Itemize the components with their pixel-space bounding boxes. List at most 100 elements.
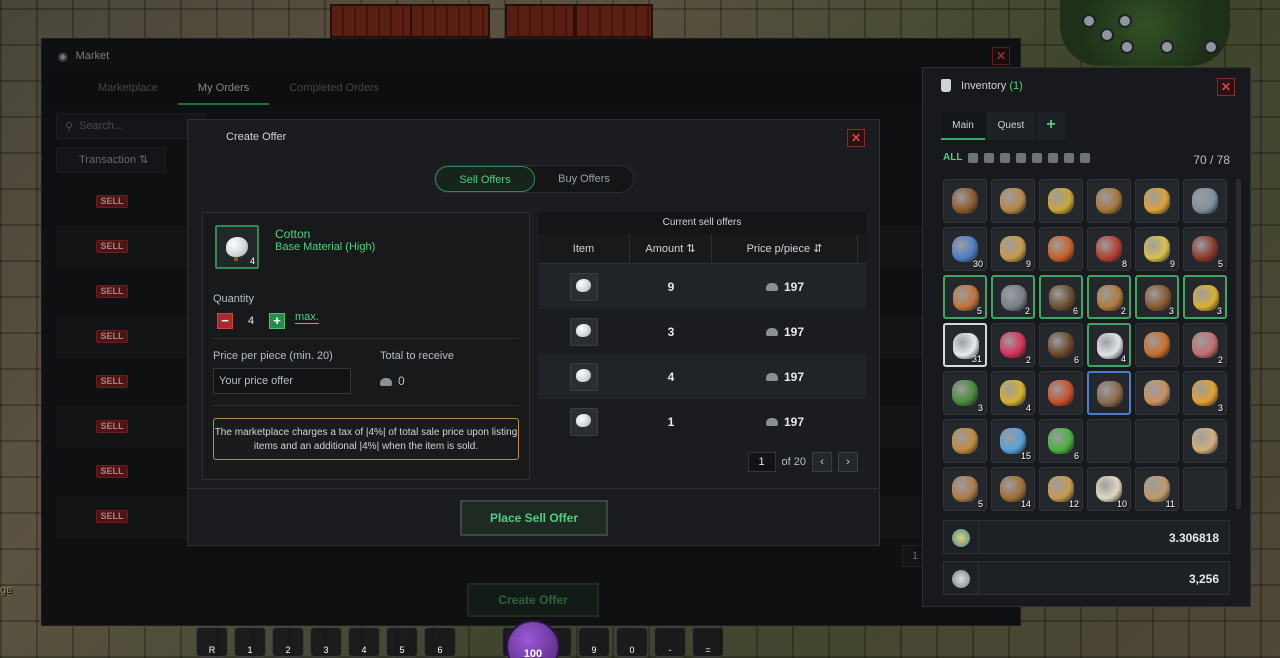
- hotbar-slot[interactable]: 5: [386, 627, 418, 657]
- inventory-close-button[interactable]: ✕: [1217, 78, 1235, 96]
- inventory-slot[interactable]: 3: [1135, 275, 1179, 319]
- dialog-close-button[interactable]: ✕: [847, 129, 865, 147]
- minimap-button[interactable]: [1120, 40, 1134, 54]
- offer-row[interactable]: 3 197: [538, 309, 866, 354]
- inventory-slot[interactable]: [943, 179, 987, 223]
- inventory-slot[interactable]: [943, 419, 987, 463]
- inventory-slot[interactable]: 9: [1135, 227, 1179, 271]
- inventory-slot[interactable]: 11: [1135, 467, 1179, 511]
- inventory-slot[interactable]: [1135, 179, 1179, 223]
- quantity-decrease-button[interactable]: −: [217, 313, 233, 329]
- create-offer-button[interactable]: Create Offer: [467, 583, 599, 617]
- transaction-column-header[interactable]: Transaction ⇅: [56, 147, 166, 173]
- filter-tools-icon[interactable]: [1064, 152, 1075, 163]
- filter-all[interactable]: ALL: [943, 152, 962, 163]
- quantity-input[interactable]: 4: [237, 312, 265, 330]
- filter-armor-icon[interactable]: [984, 152, 995, 163]
- hotbar-slot[interactable]: 2: [272, 627, 304, 657]
- inventory-slot[interactable]: 4: [991, 371, 1035, 415]
- inventory-slot[interactable]: 2: [991, 323, 1035, 367]
- minimap-button[interactable]: [1082, 14, 1096, 28]
- offer-row[interactable]: 1 197: [538, 399, 866, 444]
- column-amount[interactable]: Amount ⇅: [630, 234, 712, 263]
- hotbar-slot[interactable]: 4: [348, 627, 380, 657]
- inventory-slot[interactable]: 31: [943, 323, 987, 367]
- inventory-slot[interactable]: 6: [1039, 419, 1083, 463]
- inventory-slot[interactable]: 14: [991, 467, 1035, 511]
- offer-row[interactable]: 4 197: [538, 354, 866, 399]
- filter-food-icon[interactable]: [1032, 152, 1043, 163]
- prev-page-button[interactable]: ‹: [812, 452, 832, 472]
- tab-sell-offers[interactable]: Sell Offers: [435, 166, 535, 192]
- inventory-slot-empty[interactable]: [1087, 419, 1131, 463]
- inventory-slot[interactable]: 3: [943, 371, 987, 415]
- page-input[interactable]: 1: [747, 452, 776, 472]
- inventory-slot[interactable]: [1039, 179, 1083, 223]
- tab-my-orders[interactable]: My Orders: [177, 73, 270, 105]
- market-close-button[interactable]: ✕: [992, 47, 1010, 65]
- hotbar-slot[interactable]: 3: [310, 627, 342, 657]
- filter-potions-icon[interactable]: [1000, 152, 1011, 163]
- inventory-slot[interactable]: 30: [943, 227, 987, 271]
- inventory-slot[interactable]: 5: [943, 467, 987, 511]
- inventory-slot[interactable]: [1183, 419, 1227, 463]
- hotbar-slot[interactable]: 6: [424, 627, 456, 657]
- inventory-slot[interactable]: 9: [991, 227, 1035, 271]
- inventory-slot[interactable]: [1087, 371, 1131, 415]
- tab-buy-offers[interactable]: Buy Offers: [535, 166, 633, 192]
- inventory-slot[interactable]: 12: [1039, 467, 1083, 511]
- search-input[interactable]: ⚲ Search...: [56, 113, 206, 139]
- minimap-button[interactable]: [1204, 40, 1218, 54]
- max-quantity-link[interactable]: max.: [295, 311, 319, 324]
- inventory-slot-empty[interactable]: [1135, 419, 1179, 463]
- price-input[interactable]: Your price offer: [213, 368, 351, 394]
- filter-materials-icon[interactable]: [1016, 152, 1027, 163]
- filter-quest-icon[interactable]: [1080, 152, 1091, 163]
- inventory-slot-empty[interactable]: [1183, 467, 1227, 511]
- inventory-slot[interactable]: 2: [991, 275, 1035, 319]
- add-tab-button[interactable]: +: [1037, 112, 1065, 140]
- hotbar-slot[interactable]: 0: [616, 627, 648, 657]
- inventory-slot[interactable]: 3: [1183, 275, 1227, 319]
- inventory-slot[interactable]: [1135, 323, 1179, 367]
- inventory-slot[interactable]: 5: [943, 275, 987, 319]
- hotbar-slot[interactable]: 9: [578, 627, 610, 657]
- hotbar-slot[interactable]: R: [196, 627, 228, 657]
- filter-misc-icon[interactable]: [1048, 152, 1059, 163]
- quantity-increase-button[interactable]: +: [269, 313, 285, 329]
- offer-row[interactable]: 9 197: [538, 264, 866, 309]
- inventory-slot[interactable]: 15: [991, 419, 1035, 463]
- tab-completed-orders[interactable]: Completed Orders: [269, 73, 399, 105]
- filter-weapons-icon[interactable]: [968, 152, 979, 163]
- hotbar-slot[interactable]: 1: [234, 627, 266, 657]
- inventory-slot[interactable]: 5: [1183, 227, 1227, 271]
- inventory-slot[interactable]: [1135, 371, 1179, 415]
- inventory-slot[interactable]: 6: [1039, 323, 1083, 367]
- place-sell-offer-button[interactable]: Place Sell Offer: [460, 500, 608, 536]
- inventory-slot[interactable]: 2: [1087, 275, 1131, 319]
- inventory-slot[interactable]: 10: [1087, 467, 1131, 511]
- inventory-slot[interactable]: 4: [1087, 323, 1131, 367]
- minimap-button[interactable]: [1118, 14, 1132, 28]
- hotbar-slot[interactable]: =: [692, 627, 724, 657]
- tab-marketplace[interactable]: Marketplace: [78, 73, 178, 105]
- minimap-button[interactable]: [1160, 40, 1174, 54]
- next-page-button[interactable]: ›: [838, 452, 858, 472]
- inventory-slot[interactable]: [1087, 179, 1131, 223]
- inventory-slot[interactable]: [1183, 179, 1227, 223]
- inventory-slot[interactable]: 2: [1183, 323, 1227, 367]
- offer-price: 197: [712, 370, 858, 384]
- inventory-scrollbar[interactable]: [1236, 179, 1241, 509]
- inventory-slot[interactable]: [1039, 227, 1083, 271]
- hotbar-slot[interactable]: -: [654, 627, 686, 657]
- inventory-slot[interactable]: [1039, 371, 1083, 415]
- tab-main[interactable]: Main: [941, 112, 985, 140]
- inventory-slot[interactable]: 3: [1183, 371, 1227, 415]
- inventory-slot[interactable]: 6: [1039, 275, 1083, 319]
- minimap-button[interactable]: [1100, 28, 1114, 42]
- inventory-slot[interactable]: [991, 179, 1035, 223]
- column-price[interactable]: Price p/piece ⇵: [712, 234, 858, 263]
- tab-quest[interactable]: Quest: [987, 112, 1035, 140]
- minimap[interactable]: [1060, 0, 1230, 66]
- inventory-slot[interactable]: 8: [1087, 227, 1131, 271]
